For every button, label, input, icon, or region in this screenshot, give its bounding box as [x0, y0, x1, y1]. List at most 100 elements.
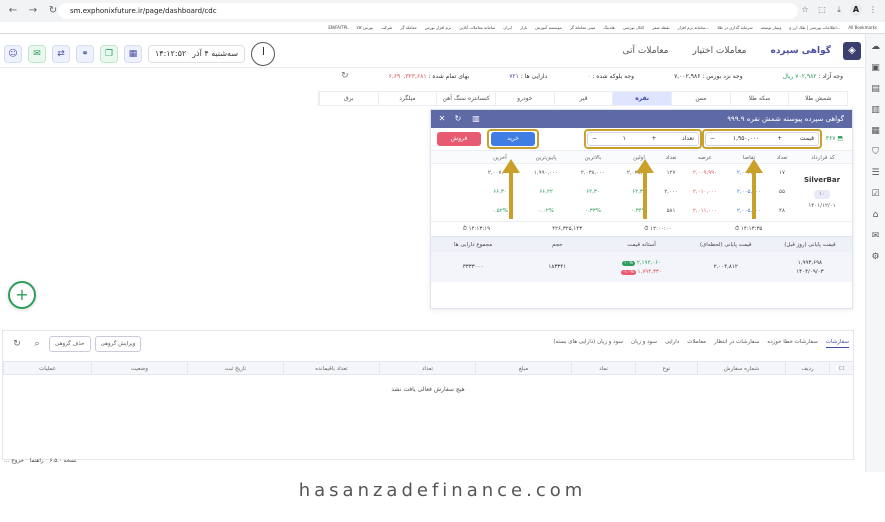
commodity-tab[interactable]: سکه طلا: [729, 92, 789, 105]
back-icon[interactable]: ←: [6, 4, 20, 18]
edit-group-button[interactable]: ویرایش گروهی: [94, 336, 142, 352]
stats-row: ⏱ ۱۴:۱۳:۳۵ ⏱ ۱۲:۰۰:۰۰ ۴۲۶,۳۲۵,۱۴۳ ⏱ ۱۴:۱…: [431, 221, 852, 236]
chart-icon[interactable]: ▥: [871, 105, 880, 115]
chart-panel-icon[interactable]: ▥: [469, 112, 483, 126]
bookmark-item[interactable]: کانال بورسی: [623, 25, 644, 30]
address-bar[interactable]: sm.exphonixfuture.ir/page/dashboard/cdc: [58, 3, 798, 19]
broker-cash-value: ۷,۰۰۲,۹۸۶: [674, 72, 701, 80]
grid-icon[interactable]: ▦: [871, 126, 880, 136]
commodity-tab[interactable]: شمش طلا: [788, 92, 847, 105]
header-tools: ☺ ✉ ⇄ ⚭ ❐ ▦ ۱۴:۱۲:۵۲ سه‌شنبه ۴ آذر: [4, 42, 276, 66]
add-icon[interactable]: +: [8, 281, 36, 309]
orders-tab[interactable]: سفارشات خطا خورده: [767, 339, 818, 348]
copy-icon[interactable]: ❐: [100, 45, 118, 63]
shield-icon[interactable]: ⛉: [872, 147, 879, 157]
sell-button[interactable]: فروش: [437, 132, 481, 146]
commodity-tab[interactable]: میلگرد: [377, 92, 437, 105]
bookmark-item[interactable]: مینی معامله گر: [570, 25, 595, 30]
bookmark-item[interactable]: موسسه آموزش: [535, 25, 562, 30]
bookmark-item[interactable]: بازار: [520, 25, 527, 30]
tab-deposit-certificate[interactable]: گواهی سپرده: [771, 46, 832, 56]
bookmark-item[interactable]: نرم افزار بورس: [425, 25, 452, 30]
delete-group-button[interactable]: حذف گروهی: [49, 336, 91, 352]
orders-col: تعداد: [379, 362, 475, 374]
document-icon[interactable]: ▤: [871, 84, 880, 94]
depth-ask[interactable]: ۲,۰۰۹,۹۹۰: [682, 164, 728, 183]
chat-icon[interactable]: ✉: [872, 231, 880, 241]
bookmark-item[interactable]: All Bookmarks: [848, 25, 877, 30]
sum-col-total-assets: مجموع دارایی ها: [454, 242, 493, 248]
cloud-icon[interactable]: ☁: [871, 42, 880, 52]
commodity-tab[interactable]: قیر: [553, 92, 613, 105]
depth-min: ۰.۰۲%: [538, 208, 554, 214]
depth-bid[interactable]: ۲,۰۰۵,۵۰۰: [728, 202, 770, 221]
browser-toolbar: ← → ↻ sm.exphonixfuture.ir/page/dashboar…: [0, 0, 885, 22]
commodity-tab[interactable]: کنسانتره سنگ آهن: [436, 92, 495, 105]
menu-icon[interactable]: ⋮: [867, 4, 879, 16]
star-icon[interactable]: ☆: [799, 4, 811, 16]
refresh-orders-icon[interactable]: ↻: [9, 336, 25, 352]
user-icon[interactable]: ☺: [4, 45, 22, 63]
depth-last: ۶۶,۳۰: [493, 189, 507, 195]
depth-scnt: ۲,۰۰۰: [664, 189, 678, 195]
depth-ask[interactable]: ۲,۰۱۱,۰۰۰: [682, 202, 728, 221]
refresh-panel-icon[interactable]: ↻: [451, 112, 465, 126]
bookmark-item[interactable]: هلدینگ: [603, 25, 614, 30]
download-icon[interactable]: ⤓: [833, 4, 845, 16]
bookmark-item[interactable]: سرمایه گذاری در طلا: [717, 25, 752, 30]
exchange-icon[interactable]: ⇄: [52, 45, 70, 63]
bookmark-item[interactable]: سامانه نرم افزار...: [678, 25, 710, 30]
refresh-icon[interactable]: ↻: [341, 71, 349, 81]
commodity-tab[interactable]: برق: [318, 92, 378, 105]
bookmark-item[interactable]: نقطه صفر: [652, 25, 669, 30]
commodity-tab[interactable]: نقره: [612, 92, 671, 105]
orders-tabs: سفارشات سفارشات خطا خورده سفارشات در انتظا…: [553, 339, 849, 348]
close-icon[interactable]: ✕: [435, 112, 449, 126]
depth-row: ۵۵ ۲,۰۰۵,۰۰۰ ۲,۰۱۰,۰۰۰ ۲,۰۰۰ ۶۲,۳۰ ۶۲,۳۰ ۶۶,۲۲…: [431, 183, 852, 202]
select-all-checkbox[interactable]: ☐: [829, 362, 853, 374]
bookmark-item[interactable]: وبینار توسعه: [761, 25, 782, 30]
settings-icon[interactable]: ⚙: [871, 252, 879, 262]
calendar-icon[interactable]: ▦: [124, 45, 142, 63]
bookmark-item[interactable]: معامله گر: [400, 25, 416, 30]
profile-avatar[interactable]: A: [850, 4, 862, 16]
stats-spacer: [794, 222, 852, 236]
depth-last: ۰.۵۲%: [492, 208, 508, 214]
storefront-icon[interactable]: ⌂: [873, 210, 879, 220]
orders-tab[interactable]: سفارشات: [825, 339, 849, 348]
tab-futures[interactable]: معاملات آتی: [623, 46, 669, 56]
tab-options[interactable]: معاملات اختیار: [692, 46, 746, 56]
prev-close: ۱,۹۹۳,۶۹۸ ۱۴۰۴/۰۹/۰۳: [768, 252, 852, 282]
orders-tab[interactable]: معاملات: [687, 339, 706, 348]
orders-tab[interactable]: سفارشات در انتظار: [714, 339, 759, 348]
prev-close-value: ۱,۹۹۳,۶۹۸: [797, 259, 822, 266]
panel-title-text: گواهی سپرده پیوسته شمش نقره ۹۹۹.۹: [727, 115, 844, 123]
orders-tab[interactable]: سود و زیان: [631, 339, 657, 348]
browser-actions: ☆ ⬚ ⤓ A ⋮: [799, 4, 879, 16]
list-icon[interactable]: ☰: [871, 168, 879, 178]
search-icon[interactable]: ⌕: [29, 336, 45, 352]
forward-icon[interactable]: →: [26, 4, 40, 18]
depth-bid[interactable]: ۲,۰۰۵,۰۰۰: [728, 183, 770, 202]
summary-row: ۱,۹۹۳,۶۹۸ ۱۴۰۴/۰۹/۰۳ ۲,۰۰۴,۸۱۲ ۱۰% ۲,۱۹۲…: [431, 252, 852, 282]
orders-tab[interactable]: سود و زیان (دارایی های بسته): [553, 339, 623, 348]
extensions-icon[interactable]: ⬚: [816, 4, 828, 16]
help-link[interactable]: راهنما: [30, 458, 44, 464]
bookmark-item[interactable]: سامانه معاملات آنلاین: [459, 25, 495, 30]
inbox-icon[interactable]: ✉: [28, 45, 46, 63]
exit-link[interactable]: … خروج: [4, 458, 24, 464]
bookmark-item[interactable]: بورس کالا: [356, 25, 373, 30]
bookmark-item[interactable]: ایران: [503, 25, 511, 30]
depth-ask[interactable]: ۲,۰۱۰,۰۰۰: [682, 183, 728, 202]
checklist-icon[interactable]: ☑: [871, 189, 879, 199]
wallet-icon[interactable]: ▣: [871, 63, 880, 73]
link-icon[interactable]: ⚭: [76, 45, 94, 63]
bookmark-item[interactable]: شرکت: [381, 25, 392, 30]
price-threshold: ۱۰% ۲,۱۹۲,۰۶۰ -۱۰% ۱,۷۹۴,۳۳۰: [599, 252, 683, 282]
commodity-tab[interactable]: خودرو: [494, 92, 554, 105]
bookmark-item[interactable]: EN/FA/TPL: [328, 25, 348, 30]
commodity-tab[interactable]: مس: [670, 92, 730, 105]
date-time: ۱۴:۱۲:۵۲ سه‌شنبه ۴ آذر: [148, 45, 246, 63]
bookmark-item[interactable]: اطلاعات بورسی | طلا، ارز و...: [789, 25, 840, 30]
orders-tab[interactable]: دارایی: [665, 339, 679, 348]
